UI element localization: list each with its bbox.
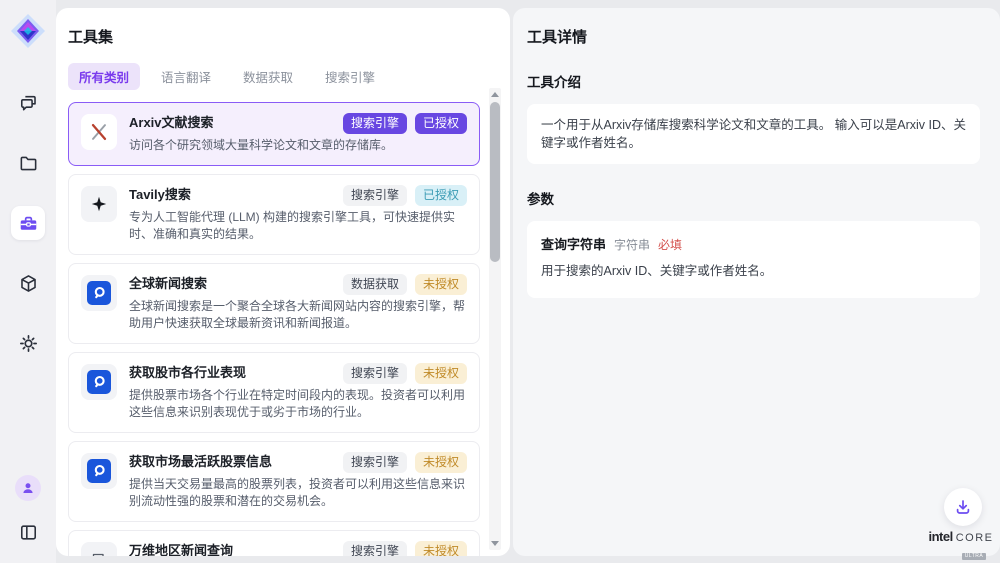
category-badge: 搜索引擎: [343, 113, 407, 134]
search-q-icon: [81, 364, 117, 400]
tool-description: 提供当天交易量最高的股票列表，投资者可以利用这些信息来识别流动性强的股票和潜在的…: [129, 476, 467, 511]
sidebar-item-packages[interactable]: [11, 266, 45, 300]
intel-wordmark: intel: [929, 529, 953, 544]
collapse-panel-button[interactable]: [11, 515, 45, 549]
sidebar-item-toolbox[interactable]: [11, 206, 45, 240]
user-profile-button[interactable]: [15, 475, 41, 501]
tab-search-engine[interactable]: 搜索引擎: [314, 63, 386, 90]
params-heading: 参数: [527, 188, 980, 208]
tool-name: Tavily搜索: [129, 185, 191, 205]
tool-list-panel: 工具集 所有类别 语言翻译 数据获取 搜索引擎 Arxiv文献搜索 搜索引擎 已…: [56, 8, 510, 556]
auth-status-badge: 未授权: [415, 452, 467, 473]
tab-all-categories[interactable]: 所有类别: [68, 63, 140, 90]
scrollbar[interactable]: [489, 88, 501, 550]
sidebar-item-files[interactable]: [11, 146, 45, 180]
scrollbar-thumb[interactable]: [490, 102, 500, 262]
tool-name: 全球新闻搜索: [129, 274, 207, 294]
parameter-card: 查询字符串 字符串 必填 用于搜索的Arxiv ID、关键字或作者姓名。: [527, 221, 980, 298]
category-badge: 搜索引擎: [343, 363, 407, 384]
app-sidebar: [0, 0, 56, 563]
param-description: 用于搜索的Arxiv ID、关键字或作者姓名。: [541, 262, 966, 280]
tool-card-tavily[interactable]: Tavily搜索 搜索引擎 已授权 专为人工智能代理 (LLM) 构建的搜索引擎…: [68, 174, 480, 255]
tool-card-list: Arxiv文献搜索 搜索引擎 已授权 访问各个研究领域大量科学论文和文章的存储库…: [68, 102, 480, 556]
package-icon: [18, 273, 39, 294]
tool-card-most-active-stocks[interactable]: 获取市场最活跃股票信息 搜索引擎 未授权 提供当天交易量最高的股票列表，投资者可…: [68, 441, 480, 522]
tool-name: 获取市场最活跃股票信息: [129, 452, 272, 472]
intro-heading: 工具介绍: [527, 71, 980, 91]
tool-description: 全球新闻搜索是一个聚合全球各大新闻网站内容的搜索引擎，帮助用户快速获取全球最新资…: [129, 298, 467, 333]
sidebar-item-settings[interactable]: [11, 326, 45, 360]
gear-icon: [18, 333, 39, 354]
auth-status-badge: 已授权: [415, 113, 467, 134]
tool-detail-panel: 工具详情 工具介绍 一个用于从Arxiv存储库搜索科学论文和文章的工具。 输入可…: [513, 8, 1000, 556]
download-button[interactable]: [944, 488, 982, 526]
tool-card-global-news[interactable]: 全球新闻搜索 数据获取 未授权 全球新闻搜索是一个聚合全球各大新闻网站内容的搜索…: [68, 263, 480, 344]
param-required-flag: 必填: [658, 236, 682, 254]
sidebar-nav: [11, 86, 45, 360]
tool-card-sector-performance[interactable]: 获取股市各行业表现 搜索引擎 未授权 提供股票市场各个行业在特定时间段内的表现。…: [68, 352, 480, 433]
core-wordmark: core: [956, 532, 994, 544]
tool-description: 访问各个研究领域大量科学论文和文章的存储库。: [129, 137, 467, 155]
category-tabs: 所有类别 语言翻译 数据获取 搜索引擎: [68, 63, 498, 90]
app-logo-icon: [9, 12, 47, 50]
auth-status-badge: 未授权: [415, 363, 467, 384]
scroll-down-arrow-icon[interactable]: [491, 541, 499, 546]
page-title: 工具集: [68, 26, 498, 47]
search-q-icon: [81, 453, 117, 489]
search-q-icon: [81, 275, 117, 311]
download-icon: [953, 497, 973, 517]
param-name: 查询字符串: [541, 236, 606, 254]
detail-title: 工具详情: [527, 26, 980, 47]
chat-icon: [18, 93, 39, 114]
ultra-badge: ULTRA: [962, 553, 987, 560]
category-badge: 数据获取: [343, 274, 407, 295]
intel-core-logo: intel core ULTRA: [930, 529, 992, 562]
sidebar-item-chat[interactable]: [11, 86, 45, 120]
tab-data-fetch[interactable]: 数据获取: [232, 63, 304, 90]
sparkle-star-icon: [81, 186, 117, 222]
tab-translation[interactable]: 语言翻译: [150, 63, 222, 90]
category-badge: 搜索引擎: [343, 185, 407, 206]
scroll-up-arrow-icon[interactable]: [491, 92, 499, 97]
sidebar-bottom: [11, 475, 45, 549]
auth-status-badge: 未授权: [415, 274, 467, 295]
tool-name: 获取股市各行业表现: [129, 363, 246, 383]
auth-status-badge: 未授权: [415, 541, 467, 557]
category-badge: 搜索引擎: [343, 541, 407, 557]
auth-status-badge: 已授权: [415, 185, 467, 206]
arxiv-logo-icon: [81, 114, 117, 150]
user-avatar-icon: [15, 475, 41, 501]
intro-card: 一个用于从Arxiv存储库搜索科学论文和文章的工具。 输入可以是Arxiv ID…: [527, 104, 980, 164]
folder-icon: [18, 153, 39, 174]
tool-description: 专为人工智能代理 (LLM) 构建的搜索引擎工具，可快速提供实时、准确和真实的结…: [129, 209, 467, 244]
tool-description: 提供股票市场各个行业在特定时间段内的表现。投资者可以利用这些信息来识别表现优于或…: [129, 387, 467, 422]
category-badge: 搜索引擎: [343, 452, 407, 473]
newspaper-icon: [81, 542, 117, 557]
tool-name: 万维地区新闻查询: [129, 541, 233, 557]
toolbox-icon: [18, 213, 39, 234]
param-type: 字符串: [614, 236, 650, 254]
tool-card-arxiv[interactable]: Arxiv文献搜索 搜索引擎 已授权 访问各个研究领域大量科学论文和文章的存储库…: [68, 102, 480, 166]
tool-name: Arxiv文献搜索: [129, 113, 214, 133]
intro-text: 一个用于从Arxiv存储库搜索科学论文和文章的工具。 输入可以是Arxiv ID…: [541, 118, 966, 150]
tool-card-regional-news[interactable]: 万维地区新闻查询 搜索引擎 未授权 查询具体行政区划内的新闻，快速了解各地新闻动: [68, 530, 480, 557]
panel-toggle-icon: [18, 522, 39, 543]
